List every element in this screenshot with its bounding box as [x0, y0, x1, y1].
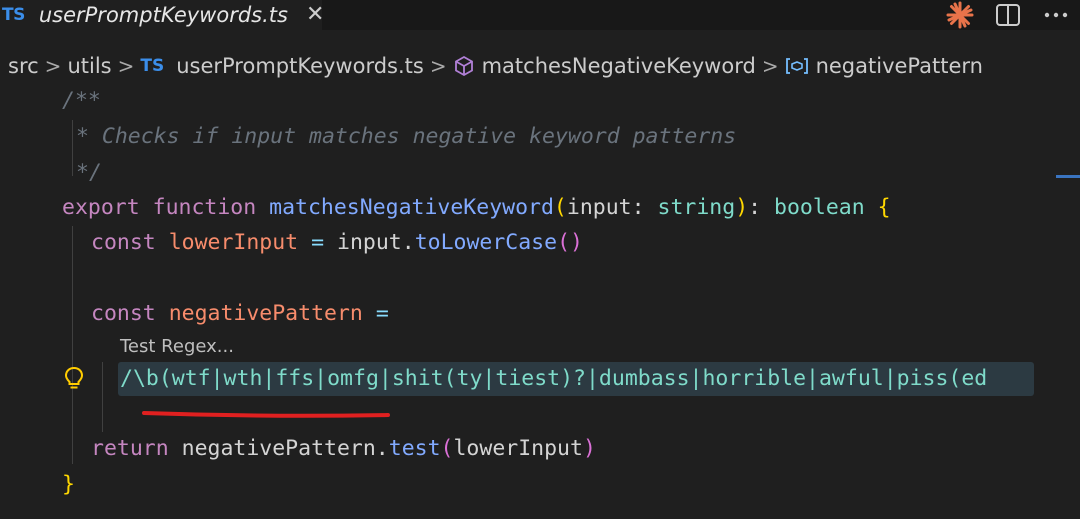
close-icon[interactable]: ✕ — [306, 4, 324, 26]
lightbulb-icon[interactable] — [64, 366, 84, 396]
code-line: export function matchesNegativeKeyword(i… — [62, 195, 891, 220]
code-line: * Checks if input matches negative keywo… — [76, 124, 737, 149]
code-line: return negativePattern.test(lowerInput) — [91, 436, 596, 461]
indent-guide — [72, 120, 73, 176]
code-line: */ — [76, 160, 102, 185]
annotation-underline — [142, 402, 392, 427]
breadcrumb-file-label: userPromptKeywords.ts — [176, 54, 424, 78]
breadcrumb-separator: > — [429, 54, 447, 78]
breadcrumb-item-function[interactable]: matchesNegativeKeyword — [453, 54, 756, 78]
breadcrumb-separator: > — [761, 54, 779, 78]
code-line: } — [62, 472, 75, 497]
indent-guide — [102, 362, 103, 432]
codelens-test-regex[interactable]: Test Regex... — [120, 336, 234, 357]
indent-guide — [72, 226, 73, 464]
breadcrumb-separator: > — [44, 54, 62, 78]
overview-ruler-marker — [1056, 175, 1080, 178]
typescript-file-icon: TS — [2, 5, 25, 25]
breadcrumb-function-label: matchesNegativeKeyword — [481, 54, 756, 78]
code-line-regex: /\b(wtf|wth|ffs|omfg|shit(ty|tiest)?|dum… — [120, 366, 988, 391]
breadcrumb-item-variable[interactable]: negativePattern — [785, 54, 983, 78]
editor-actions — [936, 0, 1080, 30]
method-cube-icon — [453, 55, 475, 77]
code-line: /** — [62, 88, 101, 113]
breadcrumb-item-src[interactable]: src — [8, 54, 39, 78]
breadcrumb-separator: > — [117, 54, 135, 78]
variable-icon — [785, 55, 809, 77]
code-line: const negativePattern = — [91, 301, 389, 326]
editor-tab[interactable]: TS userPromptKeywords.ts ✕ — [0, 0, 324, 30]
code-line: const lowerInput = input.toLowerCase() — [91, 230, 583, 255]
tab-bar: TS userPromptKeywords.ts ✕ — [0, 0, 1080, 30]
breadcrumb-item-file[interactable]: TS userPromptKeywords.ts — [140, 54, 423, 78]
tab-title: userPromptKeywords.ts — [38, 3, 288, 27]
breadcrumb-variable-label: negativePattern — [815, 54, 983, 78]
split-editor-icon[interactable] — [984, 0, 1032, 30]
more-actions-icon[interactable] — [1032, 0, 1080, 30]
breadcrumb: src > utils > TS userPromptKeywords.ts >… — [0, 48, 1080, 84]
sparkle-icon[interactable] — [936, 0, 984, 30]
breadcrumb-item-utils[interactable]: utils — [67, 54, 111, 78]
typescript-file-icon: TS — [140, 56, 165, 76]
code-editor[interactable]: /** * Checks if input matches negative k… — [0, 84, 1080, 519]
